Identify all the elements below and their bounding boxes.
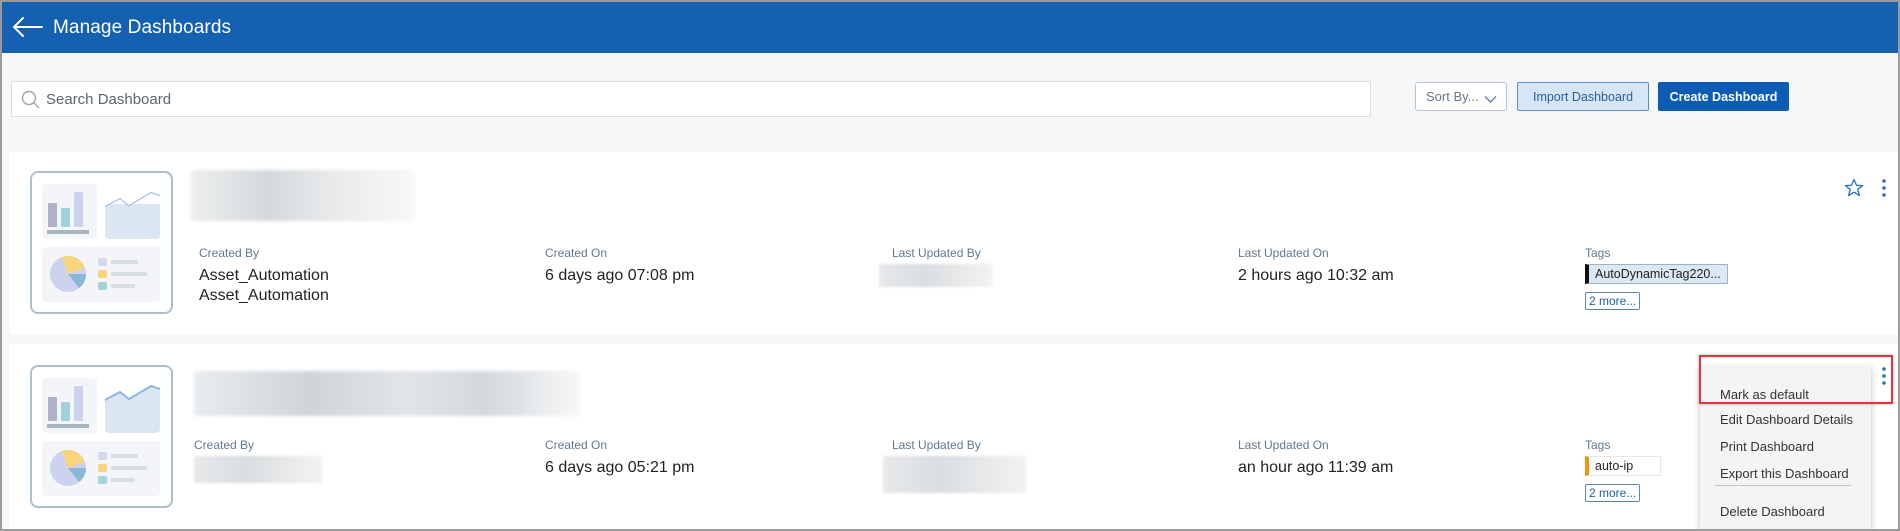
more-options-icon[interactable] [1880, 366, 1888, 386]
app-header: Manage Dashboards [2, 2, 1898, 53]
menu-divider [1715, 485, 1851, 486]
tags-label: Tags [1585, 438, 1611, 452]
dashboard-context-menu: Mark as default Edit Dashboard Details P… [1700, 366, 1871, 529]
last-updated-by-redacted [879, 264, 992, 287]
last-updated-on-value: 2 hours ago 10:32 am [1238, 267, 1394, 284]
chevron-down-icon [1484, 92, 1497, 103]
dashboard-card[interactable]: Created By Asset_Automation Asset_Automa… [9, 152, 1898, 334]
created-on-value: 6 days ago 07:08 pm [545, 267, 695, 284]
created-by-value: Asset_Automation [199, 267, 329, 284]
created-by-label: Created By [199, 246, 260, 260]
created-by-redacted [194, 456, 322, 483]
create-dashboard-button[interactable]: Create Dashboard [1658, 82, 1789, 111]
dashboard-card[interactable]: Created By Created On 6 days ago 05:21 p… [9, 344, 1898, 529]
dashboard-thumbnail [30, 171, 173, 314]
menu-item-export-dashboard[interactable]: Export this Dashboard [1720, 466, 1849, 481]
menu-item-delete-dashboard[interactable]: Delete Dashboard [1720, 504, 1825, 519]
last-updated-by-field: Last Updated By [892, 246, 981, 262]
back-arrow-icon[interactable] [12, 14, 44, 40]
sort-by-label: Sort By... [1426, 89, 1479, 104]
last-updated-on-field: Last Updated On an hour ago 11:39 am [1238, 438, 1393, 478]
last-updated-by-label: Last Updated By [892, 438, 981, 452]
more-tags-link[interactable]: 2 more... [1585, 292, 1641, 310]
manage-dashboards-page: Manage Dashboards Sort By... Import Dash… [2, 2, 1898, 529]
sort-by-dropdown[interactable]: Sort By... [1415, 82, 1507, 111]
menu-item-edit-dashboard-details[interactable]: Edit Dashboard Details [1720, 412, 1853, 427]
created-by-field: Created By Asset_Automation Asset_Automa… [199, 246, 329, 306]
menu-item-print-dashboard[interactable]: Print Dashboard [1720, 439, 1814, 454]
tags-label: Tags [1585, 246, 1611, 260]
created-on-label: Created On [545, 438, 608, 452]
page-title: Manage Dashboards [53, 17, 232, 38]
dashboard-thumbnail-icon [42, 184, 161, 302]
dashboard-title-redacted[interactable] [194, 371, 580, 416]
more-options-icon[interactable] [1880, 178, 1888, 198]
created-by-value: Asset_Automation [199, 287, 329, 304]
search-box[interactable] [11, 81, 1371, 117]
created-on-field: Created On 6 days ago 07:08 pm [545, 246, 694, 286]
last-updated-on-field: Last Updated On 2 hours ago 10:32 am [1238, 246, 1394, 286]
tags-field: Tags auto-ip 2 more... [1585, 438, 1661, 502]
created-by-field: Created By [194, 438, 254, 454]
star-icon[interactable] [1844, 178, 1864, 198]
tag-chip[interactable]: AutoDynamicTag220... [1585, 264, 1728, 284]
search-input[interactable] [46, 82, 1346, 116]
tags-field: Tags AutoDynamicTag220... 2 more... [1585, 246, 1728, 310]
dashboard-title-redacted[interactable] [191, 170, 415, 221]
menu-item-mark-as-default[interactable]: Mark as default [1720, 387, 1809, 402]
last-updated-on-value: an hour ago 11:39 am [1238, 459, 1394, 476]
created-on-label: Created On [545, 246, 608, 260]
search-icon [21, 90, 41, 110]
last-updated-by-label: Last Updated By [892, 246, 981, 260]
created-on-field: Created On 6 days ago 05:21 pm [545, 438, 694, 478]
last-updated-by-field: Last Updated By [892, 438, 981, 454]
last-updated-on-label: Last Updated On [1238, 438, 1329, 452]
import-dashboard-button[interactable]: Import Dashboard [1517, 82, 1649, 111]
more-tags-link[interactable]: 2 more... [1585, 484, 1641, 502]
dashboard-thumbnail [30, 365, 173, 508]
created-on-value: 6 days ago 05:21 pm [545, 459, 695, 476]
dashboard-thumbnail-icon [42, 378, 161, 496]
tag-chip[interactable]: auto-ip [1585, 456, 1661, 476]
last-updated-on-label: Last Updated On [1238, 246, 1329, 260]
last-updated-by-redacted [883, 456, 1026, 493]
created-by-label: Created By [194, 438, 255, 452]
